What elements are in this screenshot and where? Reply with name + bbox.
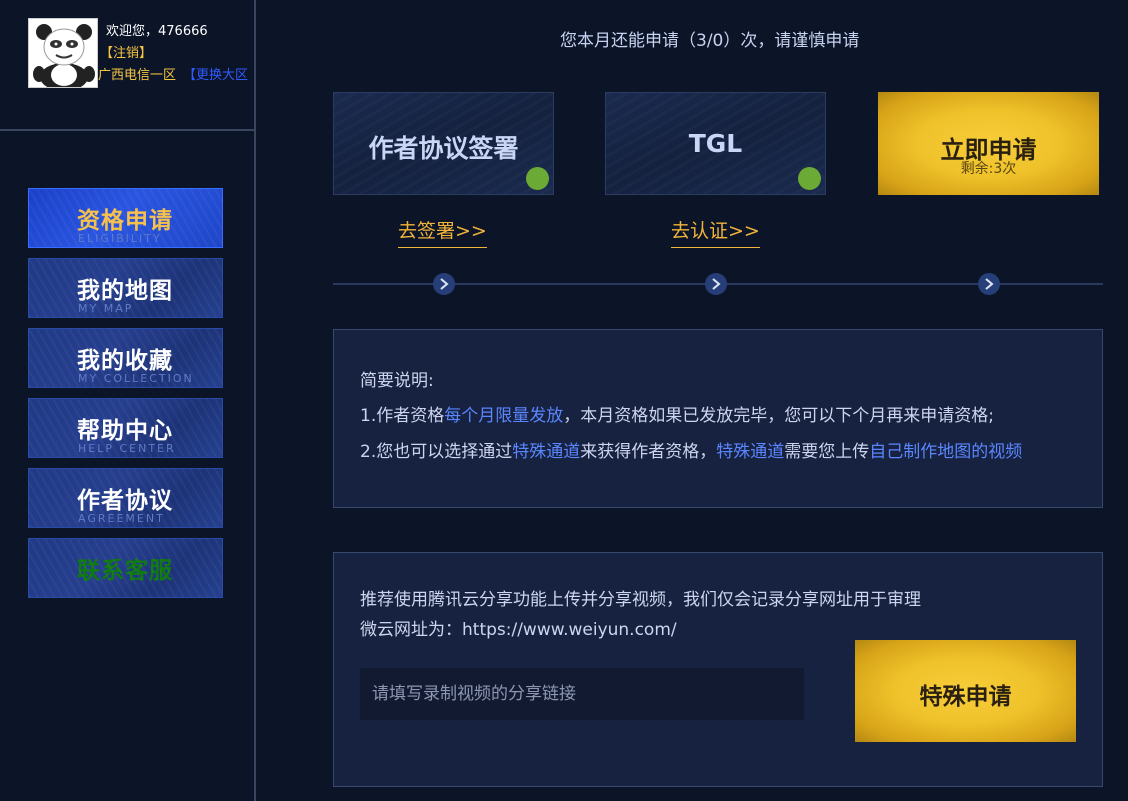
special-application-panel: 推荐使用腾讯云分享功能上传并分享视频，我们仅会记录分享网址用于审理 微云网址为：… [333,552,1103,787]
step-card-author-agreement: 作者协议签署 [333,92,554,195]
instructions-heading: 简要说明: [360,371,434,391]
switch-region-link[interactable]: 【更换大区 [183,64,248,83]
menu-item-subtitle: AGREEMENT [78,512,165,525]
menu-item-my-collection[interactable]: 我的收藏 MY COLLECTION [28,328,223,388]
step-card-label: TGL [688,129,743,158]
menu-item-title: 我的收藏 [77,348,173,374]
instruction-line-1: 1.作者资格每个月限量发放，本月资格如果已发放完毕，您可以下个月再来申请资格; [360,406,994,426]
menu-item-title: 联系客服 [77,558,173,584]
menu-item-title: 帮助中心 [77,418,173,444]
menu-item-contact-support[interactable]: 联系客服 [28,538,223,598]
menu-item-agreement[interactable]: 作者协议 AGREEMENT [28,468,223,528]
share-link-input[interactable] [360,668,804,720]
step-card-tgl: TGL [605,92,826,195]
special-apply-label: 特殊申请 [919,684,1012,710]
user-info-panel: 欢迎您，476666 【注销】 广西电信一区 【更换大区 [0,0,254,131]
weiyun-url-text: 微云网址为：https://www.weiyun.com/ [360,620,677,640]
menu-item-my-map[interactable]: 我的地图 MY MAP [28,258,223,318]
menu-item-subtitle: MY MAP [78,302,134,315]
apply-now-button[interactable]: 立即申请 剩余:3次 [878,92,1099,195]
menu-item-title: 资格申请 [77,208,173,234]
chevron-right-icon [978,273,1000,295]
sidebar: 欢迎您，476666 【注销】 广西电信一区 【更换大区 资格申请 ELIGIB… [0,0,256,801]
chevron-right-icon [705,273,727,295]
instruction-line-2: 2.您也可以选择通过特殊通道来获得作者资格，特殊通道需要您上传自己制作地图的视频 [360,442,1023,462]
menu-item-eligibility[interactable]: 资格申请 ELIGIBILITY [28,188,223,248]
go-verify-link[interactable]: 去认证>> [671,216,760,248]
menu-item-title: 我的地图 [77,278,173,304]
menu-item-help-center[interactable]: 帮助中心 HELP CENTER [28,398,223,458]
menu-item-subtitle: MY COLLECTION [78,372,194,385]
avatar [28,18,98,88]
application-quota-notice: 您本月还能申请（3/0）次，请谨慎申请 [560,31,860,51]
chevron-right-icon [433,273,455,295]
special-apply-button[interactable]: 特殊申请 [855,640,1076,742]
go-sign-link[interactable]: 去签署>> [398,216,487,248]
region-name: 广西电信一区 [98,68,177,83]
menu-item-subtitle: HELP CENTER [78,442,176,455]
remaining-count: 剩余:3次 [960,161,1017,177]
logout-link[interactable]: 【注销】 [100,42,152,61]
menu-item-title: 作者协议 [77,488,173,514]
step-done-icon [798,167,821,190]
welcome-text: 欢迎您，476666 [106,24,208,39]
step-done-icon [526,167,549,190]
menu-item-subtitle: ELIGIBILITY [78,232,162,245]
instructions-panel: 简要说明: 1.作者资格每个月限量发放，本月资格如果已发放完毕，您可以下个月再来… [333,329,1103,508]
step-card-label: 作者协议签署 [368,134,519,163]
share-recommendation-text: 推荐使用腾讯云分享功能上传并分享视频，我们仅会记录分享网址用于审理 [360,590,921,610]
